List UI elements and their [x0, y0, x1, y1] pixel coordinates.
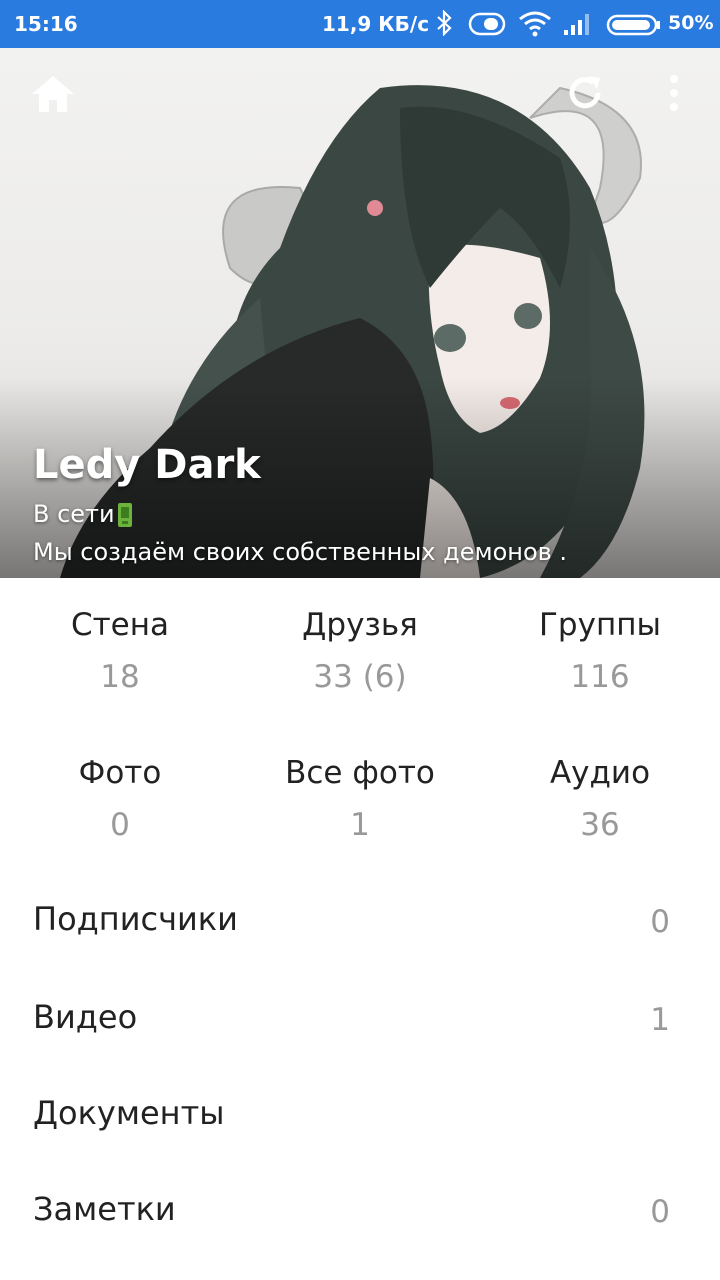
row-label: Документы [33, 1094, 225, 1132]
stat-label: Стена [70, 607, 170, 643]
stat-all-photos[interactable]: Все фото 1 [240, 755, 480, 843]
row-video[interactable]: Видео 1 [0, 980, 720, 1060]
profile-status-text: Мы создаём своих собственных демонов . [33, 538, 568, 566]
stat-label: Все фото [285, 755, 435, 791]
row-value: 1 [650, 1002, 670, 1038]
row-subscribers[interactable]: Подписчики 0 [0, 882, 720, 962]
stat-label: Фото [78, 755, 162, 791]
row-value: 0 [650, 1194, 670, 1230]
profile-name: Ledy Dark [33, 442, 261, 488]
row-documents[interactable]: Документы [0, 1076, 720, 1156]
stat-value: 1 [350, 807, 370, 843]
battery-percent: 50% [668, 12, 714, 34]
row-notes[interactable]: Заметки 0 [0, 1172, 720, 1252]
online-label: В сети [33, 500, 115, 528]
profile-header: Ledy Dark В сети Мы создаём своих собств… [0, 48, 720, 578]
stat-label: Аудио [549, 755, 651, 791]
row-label: Видео [33, 998, 138, 1036]
data-saver-icon [468, 12, 506, 36]
wifi-icon [519, 11, 551, 37]
status-bar: 15:16 11,9 КБ/с 50% [0, 0, 720, 48]
refresh-icon[interactable] [564, 72, 606, 114]
more-vert-icon[interactable] [666, 74, 682, 114]
stat-friends[interactable]: Друзья 33 (6) [240, 607, 480, 695]
row-label: Подписчики [33, 900, 238, 938]
home-icon[interactable] [30, 74, 76, 114]
stat-photos[interactable]: Фото 0 [0, 755, 240, 843]
stat-wall[interactable]: Стена 18 [0, 607, 240, 695]
status-time: 15:16 [14, 12, 78, 36]
row-value: 0 [650, 904, 670, 940]
stat-label: Группы [539, 607, 661, 643]
row-label: Заметки [33, 1190, 176, 1228]
stat-label: Друзья [302, 607, 418, 643]
stat-value: 0 [110, 807, 130, 843]
stat-value: 18 [100, 659, 140, 695]
stat-audio[interactable]: Аудио 36 [480, 755, 720, 843]
stat-value: 36 [580, 807, 620, 843]
battery-icon [606, 14, 660, 36]
bluetooth-icon [437, 10, 452, 36]
online-status: В сети [33, 500, 133, 528]
stat-value: 116 [570, 659, 630, 695]
signal-icon [564, 14, 589, 35]
mobile-icon [117, 503, 132, 527]
stat-groups[interactable]: Группы 116 [480, 607, 720, 695]
network-speed: 11,9 КБ/с [322, 12, 430, 36]
stat-value: 33 (6) [313, 659, 407, 695]
